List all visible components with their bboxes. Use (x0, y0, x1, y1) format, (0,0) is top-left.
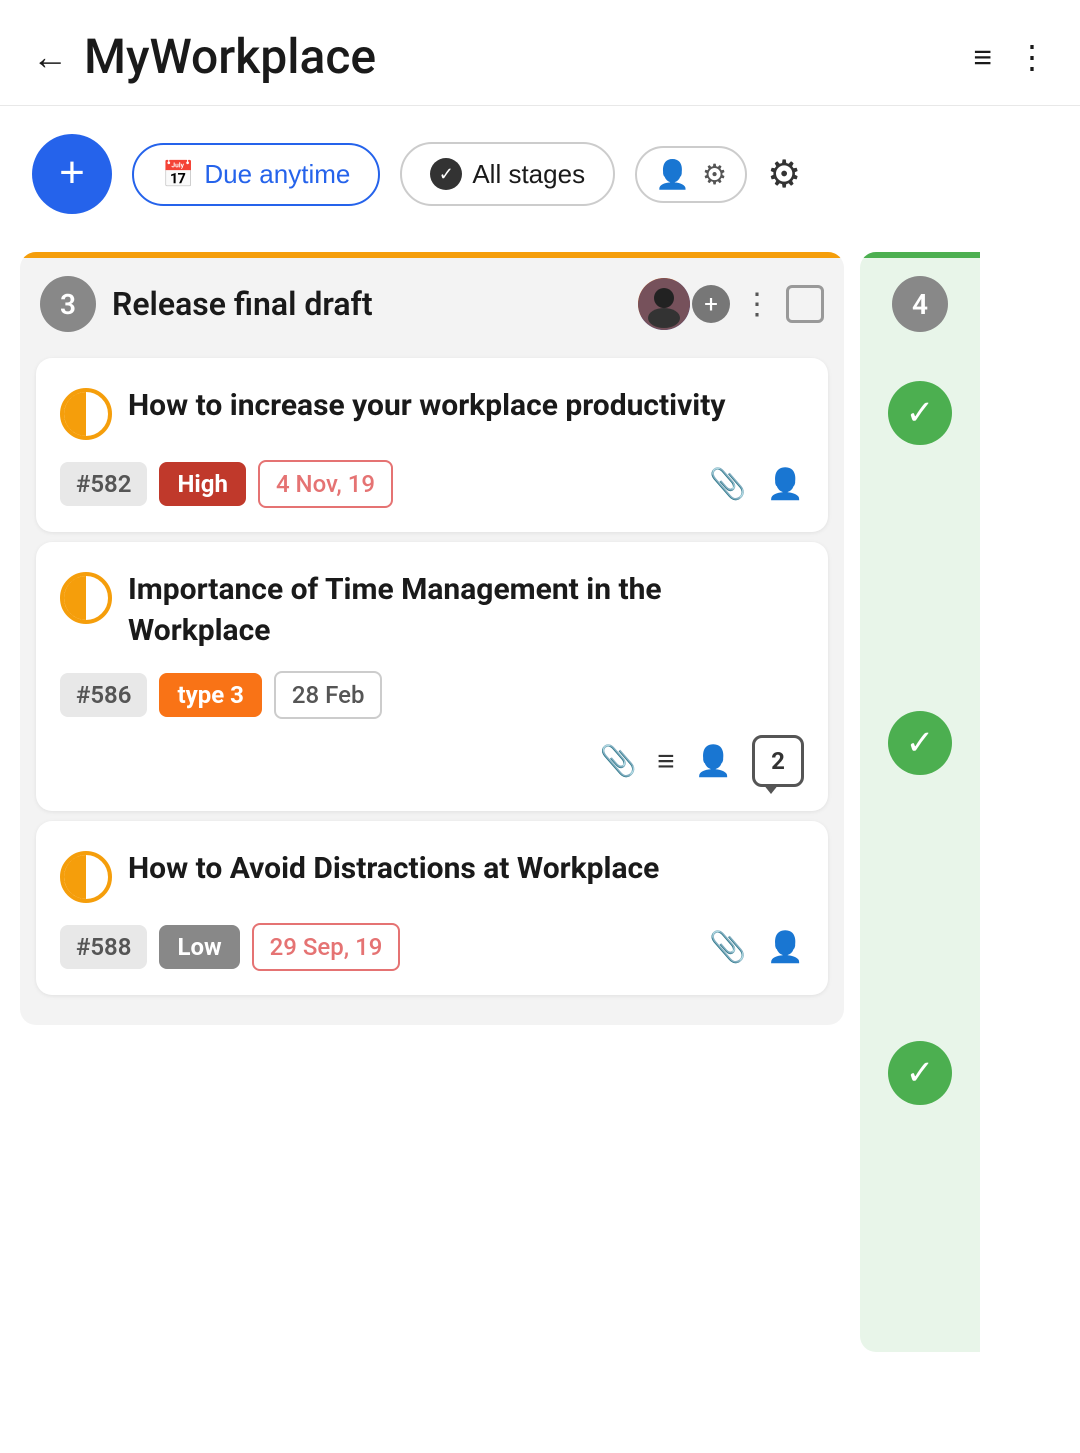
right-task-stub (870, 478, 970, 678)
attachment-icon[interactable]: 📎 (709, 930, 746, 965)
column-header: 3 Release final draft (20, 252, 844, 348)
person-icon: 👤 (655, 158, 690, 191)
right-task-stub: ✓ (870, 1018, 970, 1128)
assignee-icon[interactable]: 👤 (767, 930, 804, 965)
task-priority-badge: type 3 (159, 673, 261, 717)
add-assignee-button[interactable]: + (692, 285, 730, 323)
more-options-icon[interactable]: ⋮ (1016, 38, 1048, 76)
task-id-badge: #588 (60, 925, 147, 969)
task-bottom-icons: 📎 ≡ 👤 2 (60, 735, 804, 787)
column-actions: + ⋮ (638, 278, 824, 330)
task-card: Importance of Time Management in the Wor… (36, 542, 828, 811)
header-left: ← MyWorkplace (32, 28, 376, 85)
completed-check-icon: ✓ (888, 381, 952, 445)
avatar[interactable] (638, 278, 690, 330)
check-icon: ✓ (430, 158, 462, 190)
task-title-row: How to Avoid Distractions at Workplace (60, 849, 804, 903)
back-button[interactable]: ← (32, 36, 68, 78)
right-col-top-bar (860, 252, 980, 258)
task-meta-row: #588 Low 29 Sep, 19 📎 👤 (60, 923, 804, 971)
column-number-badge: 3 (40, 276, 96, 332)
column-release-final-draft: 3 Release final draft (20, 252, 860, 1352)
task-date-badge: 4 Nov, 19 (258, 460, 393, 508)
sliders-icon: ⚙ (702, 158, 727, 191)
task-title-text: How to increase your workplace productiv… (128, 386, 726, 427)
list-icon[interactable]: ≡ (657, 744, 675, 779)
column-more-icon[interactable]: ⋮ (742, 287, 774, 322)
task-title-text: How to Avoid Distractions at Workplace (128, 849, 659, 890)
comment-count-badge[interactable]: 2 (752, 735, 804, 787)
task-date-badge: 28 Feb (274, 671, 383, 719)
task-title-row: Importance of Time Management in the Wor… (60, 570, 804, 651)
task-title-text: Importance of Time Management in the Wor… (128, 570, 804, 651)
column-wrapper: 3 Release final draft (20, 252, 844, 1025)
calendar-icon: 📅 (162, 159, 194, 190)
all-stages-filter[interactable]: ✓ All stages (400, 142, 615, 206)
assignee-icon[interactable]: 👤 (695, 744, 732, 779)
completed-check-icon: ✓ (888, 1041, 952, 1105)
task-action-icons: 📎 👤 (709, 930, 804, 965)
add-task-button[interactable]: + (32, 134, 112, 214)
task-status-icon[interactable] (60, 388, 112, 440)
attachment-icon[interactable]: 📎 (709, 467, 746, 502)
right-column-number-badge: 4 (892, 276, 948, 332)
right-task-stub (870, 808, 970, 1008)
header-right: ≡ ⋮ (973, 38, 1048, 76)
person-filter-group[interactable]: 👤 ⚙ (635, 146, 747, 203)
right-col-header: 4 (860, 252, 980, 348)
task-status-icon[interactable] (60, 851, 112, 903)
task-id-badge: #586 (60, 673, 147, 717)
right-task-stub: ✓ (870, 688, 970, 798)
task-priority-badge: Low (159, 925, 239, 969)
header: ← MyWorkplace ≡ ⋮ (0, 0, 1080, 106)
right-task-stub: ✓ (870, 358, 970, 468)
task-meta-row: #586 type 3 28 Feb (60, 671, 804, 719)
completed-check-icon: ✓ (888, 711, 952, 775)
task-card: How to Avoid Distractions at Workplace #… (36, 821, 828, 995)
right-column-partial: 4 ✓ ✓ ✓ (860, 252, 980, 1352)
task-date-badge: 29 Sep, 19 (252, 923, 401, 971)
column-checkbox[interactable] (786, 285, 824, 323)
toolbar: + 📅 Due anytime ✓ All stages 👤 ⚙ ⚙ (0, 106, 1080, 242)
right-col-wrapper: 4 ✓ ✓ ✓ (860, 252, 980, 1352)
task-title-row: How to increase your workplace productiv… (60, 386, 804, 440)
plus-icon: + (59, 151, 85, 195)
column-title: Release final draft (112, 285, 622, 323)
task-status-icon[interactable] (60, 572, 112, 624)
due-anytime-filter[interactable]: 📅 Due anytime (132, 143, 380, 206)
page-title: MyWorkplace (84, 28, 376, 85)
task-action-icons: 📎 👤 (709, 467, 804, 502)
assignee-icon[interactable]: 👤 (767, 467, 804, 502)
task-meta-row: #582 High 4 Nov, 19 📎 👤 (60, 460, 804, 508)
attachment-icon[interactable]: 📎 (600, 744, 637, 779)
list-view-icon[interactable]: ≡ (973, 38, 992, 76)
due-anytime-label: Due anytime (204, 159, 350, 190)
avatar-image (638, 278, 690, 330)
task-id-badge: #582 (60, 462, 147, 506)
main-content: 3 Release final draft (0, 242, 1080, 1352)
settings-icon[interactable]: ⚙ (767, 152, 801, 197)
all-stages-label: All stages (472, 159, 585, 190)
task-priority-badge: High (159, 462, 245, 506)
task-card: How to increase your workplace productiv… (36, 358, 828, 532)
